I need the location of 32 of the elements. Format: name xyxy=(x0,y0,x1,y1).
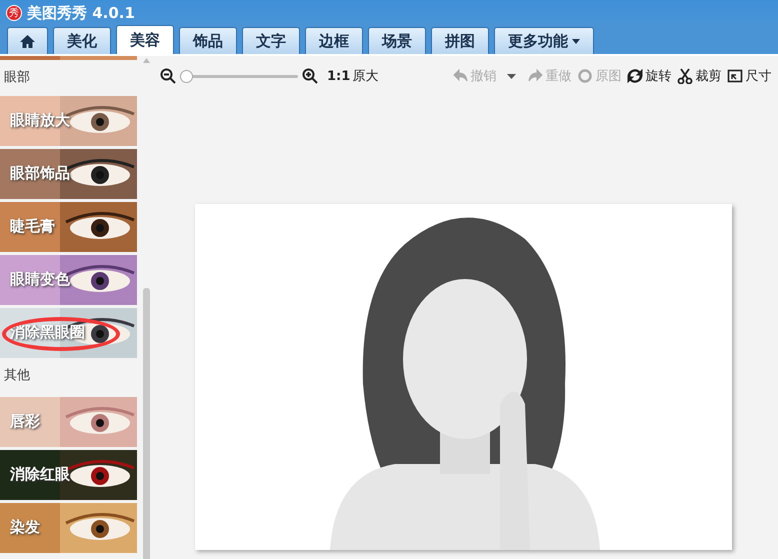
home-tab[interactable] xyxy=(7,27,48,54)
zoom-out-icon[interactable] xyxy=(160,68,176,84)
rotate-icon xyxy=(627,68,644,84)
app-logo: 秀 xyxy=(6,5,22,21)
actual-size-button[interactable]: 1:1 原大 xyxy=(324,65,382,87)
toolbar-button[interactable]: 尺寸 xyxy=(724,65,774,87)
caret-icon xyxy=(572,38,580,44)
toolbar-button[interactable]: 旋转 xyxy=(624,65,674,87)
scissors-icon xyxy=(677,68,694,84)
resize-icon xyxy=(727,68,744,84)
tab[interactable]: 美化 xyxy=(53,27,111,54)
section-label: 其他 xyxy=(3,367,31,385)
slider-thumb[interactable] xyxy=(180,70,193,82)
tool-label[interactable]: 消除红眼 xyxy=(10,465,70,484)
home-icon xyxy=(19,34,36,48)
tab[interactable]: 边框 xyxy=(305,27,363,54)
zoom-in-icon[interactable] xyxy=(302,68,318,84)
tab[interactable]: 场景 xyxy=(368,27,426,54)
tab[interactable]: 饰品 xyxy=(179,27,237,54)
window-title: 美图秀秀 4.0.1 xyxy=(27,4,135,22)
tab[interactable]: 美容 xyxy=(116,25,174,54)
tab[interactable]: 拼图 xyxy=(431,27,489,54)
circle-icon xyxy=(577,68,594,84)
scrollbar-thumb[interactable] xyxy=(143,288,150,559)
redo-icon xyxy=(527,68,544,84)
tool-label[interactable]: 眼部饰品 xyxy=(10,164,70,183)
tab[interactable]: 文字 xyxy=(242,27,300,54)
undo-icon xyxy=(452,68,468,84)
toolbar-button[interactable]: 裁剪 xyxy=(674,65,724,87)
section-label: 眼部 xyxy=(3,69,31,87)
tab[interactable]: 更多功能 xyxy=(494,27,594,54)
zoom-slider[interactable] xyxy=(180,70,298,82)
